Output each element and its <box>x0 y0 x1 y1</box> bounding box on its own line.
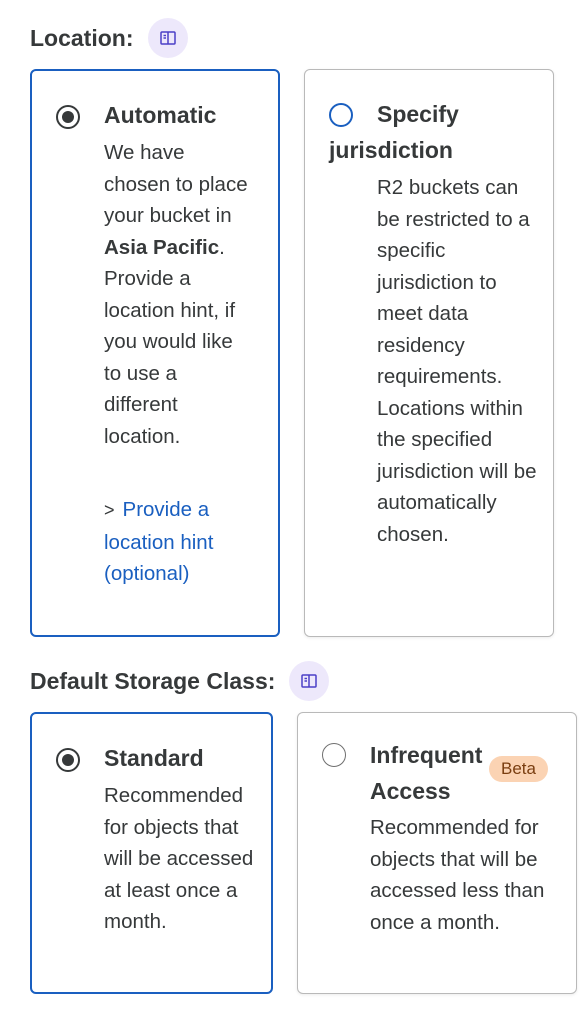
standard-description: Recommended for objects that will be acc… <box>104 784 254 933</box>
automatic-title: Automatic <box>104 102 217 128</box>
storage-class-heading: Default Storage Class: <box>30 661 330 701</box>
automatic-radio[interactable] <box>56 105 80 129</box>
infrequent-title-line1: Infrequent <box>370 742 483 768</box>
location-heading: Location: <box>30 18 188 58</box>
location-title: Location: <box>30 24 134 51</box>
jurisdiction-title-line2: jurisdiction <box>329 137 453 163</box>
standard-radio[interactable] <box>56 748 80 772</box>
storage-class-title: Default Storage Class: <box>30 667 276 694</box>
location-docs-button[interactable] <box>147 18 188 58</box>
automatic-description: We have chosen to place your bucket in A… <box>104 141 248 448</box>
beta-badge: Beta <box>489 756 548 782</box>
book-icon <box>301 674 318 688</box>
storage-standard-card[interactable]: Standard Recommended for objects that wi… <box>30 712 273 994</box>
infrequent-description: Recommended for objects that will be acc… <box>370 816 545 934</box>
jurisdiction-radio[interactable] <box>329 103 353 127</box>
standard-title: Standard <box>104 745 204 771</box>
location-hint-link[interactable]: > Provide a location hint (optional) <box>104 494 254 590</box>
chevron-right-icon: > <box>104 500 115 520</box>
storage-infrequent-card[interactable]: Infrequent Access Beta Recommended for o… <box>297 712 577 994</box>
jurisdiction-description: R2 buckets can be restricted to a specif… <box>377 176 537 546</box>
location-jurisdiction-card[interactable]: Specify jurisdiction R2 buckets can be r… <box>304 69 554 637</box>
infrequent-title-line2: Access <box>370 778 451 804</box>
book-icon <box>159 31 176 45</box>
infrequent-radio[interactable] <box>322 743 346 767</box>
storage-class-docs-button[interactable] <box>289 661 330 701</box>
location-automatic-card[interactable]: Automatic We have chosen to place your b… <box>30 69 280 637</box>
jurisdiction-title-line1: Specify <box>377 101 459 127</box>
